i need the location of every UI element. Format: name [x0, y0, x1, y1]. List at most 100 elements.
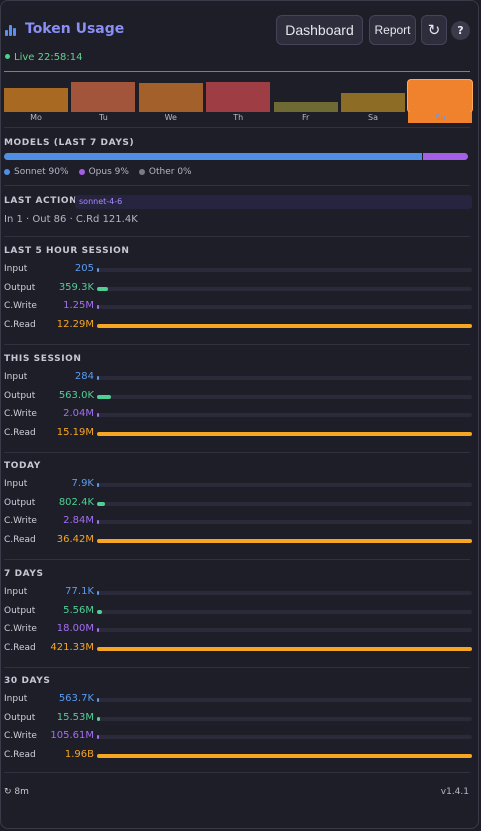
day-column[interactable]: Fr: [273, 102, 338, 123]
metric-value: 284: [74, 371, 94, 382]
refresh-button[interactable]: ↻: [421, 15, 447, 45]
metric-row-cwrite: C.Write 2.84M: [4, 515, 472, 529]
day-label: Tu: [99, 113, 108, 122]
section-title: 30 DAYS: [4, 676, 51, 686]
day-bar: [138, 83, 203, 112]
metric-value: 421.33M: [50, 641, 94, 653]
metric-row-input: Input 563.7K: [4, 693, 472, 707]
metric-value: 105.61M: [50, 730, 94, 742]
metric-row-cwrite: C.Write 18.00M: [4, 623, 472, 637]
metric-label: C.Write: [4, 731, 37, 742]
metric-fill: [97, 646, 472, 651]
metric-track: [97, 591, 472, 595]
metric-fill: [97, 431, 472, 436]
section-title: THIS SESSION: [4, 354, 82, 364]
refresh-interval[interactable]: ↻ 8m: [4, 787, 29, 797]
metric-track: [97, 735, 472, 740]
metric-value: 77.1K: [65, 586, 94, 597]
day-column[interactable]: Su: [408, 80, 473, 123]
metric-row-cread: C.Read 1.96B: [4, 749, 472, 763]
metric-fill: [97, 394, 111, 399]
divider: [4, 452, 470, 453]
metric-row-cwrite: C.Write 1.25M: [4, 300, 472, 314]
divider: [4, 344, 470, 345]
token-usage-panel: Token Usage Live 22:58:14 Dashboard Repo…: [0, 0, 479, 829]
model-legend: Sonnet 90% Opus 9% Other 0%: [4, 167, 192, 177]
model-segment: [4, 153, 422, 160]
metric-label: Input: [4, 587, 28, 597]
metric-row-cwrite: C.Write 2.04M: [4, 408, 472, 422]
day-bar: [71, 82, 136, 112]
metric-value: 12.29M: [56, 318, 94, 330]
model-segment: [421, 153, 468, 160]
help-button[interactable]: ?: [451, 21, 470, 40]
divider: [4, 667, 470, 668]
metric-value: 205: [74, 263, 94, 274]
day-column[interactable]: Mo: [4, 88, 68, 123]
metric-track: [97, 628, 472, 633]
day-column[interactable]: Th: [206, 82, 271, 123]
metric-track: [97, 268, 472, 272]
metric-row-cread: C.Read 15.19M: [4, 427, 472, 441]
metric-value: 359.3K: [58, 281, 94, 293]
bar-chart-icon: [5, 22, 18, 36]
metric-track: [97, 286, 472, 291]
dashboard-button[interactable]: Dashboard: [276, 15, 363, 45]
last-action-detail: In 1 · Out 86 · C.Rd 121.4K: [4, 214, 138, 225]
metric-fill: [97, 520, 99, 525]
header-divider: [4, 71, 470, 72]
day-bar: [408, 80, 473, 112]
metric-value: 2.84M: [63, 515, 94, 527]
metric-label: C.Read: [4, 534, 36, 545]
divider: [4, 236, 470, 237]
metric-row-output: Output 359.3K: [4, 282, 472, 296]
metric-label: Output: [4, 390, 36, 401]
metric-track: [97, 413, 472, 418]
metric-track: [97, 483, 472, 487]
metric-value: 2.04M: [63, 408, 94, 420]
daily-usage-bars: Mo Tu We Th Fr Sa Su: [4, 79, 473, 123]
metric-value: 563.7K: [58, 693, 94, 704]
day-label: Fr: [301, 113, 310, 122]
metric-value: 5.56M: [63, 604, 94, 616]
metric-row-output: Output 563.0K: [4, 390, 472, 404]
metric-row-input: Input 205: [4, 263, 472, 277]
legend-label: Opus 9%: [88, 167, 129, 177]
metric-row-cread: C.Read 421.33M: [4, 642, 472, 656]
metric-fill: [97, 501, 106, 506]
metric-track: [97, 716, 472, 721]
report-button[interactable]: Report: [369, 15, 416, 45]
metric-track: [97, 538, 472, 543]
metric-fill: [97, 628, 99, 633]
live-time: Live 22:58:14: [14, 52, 83, 63]
day-label: We: [164, 113, 177, 122]
divider: [4, 772, 470, 773]
metric-value: 1.25M: [63, 300, 94, 312]
metric-track: [97, 376, 472, 380]
divider: [4, 559, 470, 560]
metric-row-cwrite: C.Write 105.61M: [4, 730, 472, 744]
day-label: Th: [233, 113, 244, 122]
metric-label: C.Read: [4, 642, 36, 653]
metric-label: Input: [4, 694, 28, 704]
metric-label: C.Read: [4, 427, 36, 438]
metric-fill: [97, 323, 472, 328]
day-column[interactable]: We: [138, 83, 203, 123]
divider: [4, 185, 470, 186]
metric-label: C.Write: [4, 301, 37, 312]
day-column[interactable]: Sa: [341, 93, 405, 123]
day-column[interactable]: Tu: [71, 82, 136, 123]
metric-fill: [97, 591, 99, 595]
metric-value: 1.96B: [64, 748, 94, 760]
metric-value: 36.42M: [56, 533, 94, 545]
metric-fill: [97, 698, 99, 702]
metric-label: Output: [4, 712, 36, 723]
legend-item: Other 0%: [138, 167, 192, 177]
metric-track: [97, 394, 472, 399]
legend-dot-icon: [138, 169, 145, 175]
metric-label: C.Read: [4, 749, 36, 760]
metric-label: Output: [4, 497, 36, 508]
metric-row-input: Input 77.1K: [4, 586, 472, 600]
model-badge: sonnet-4-6: [75, 195, 472, 209]
metric-label: Input: [4, 264, 28, 274]
